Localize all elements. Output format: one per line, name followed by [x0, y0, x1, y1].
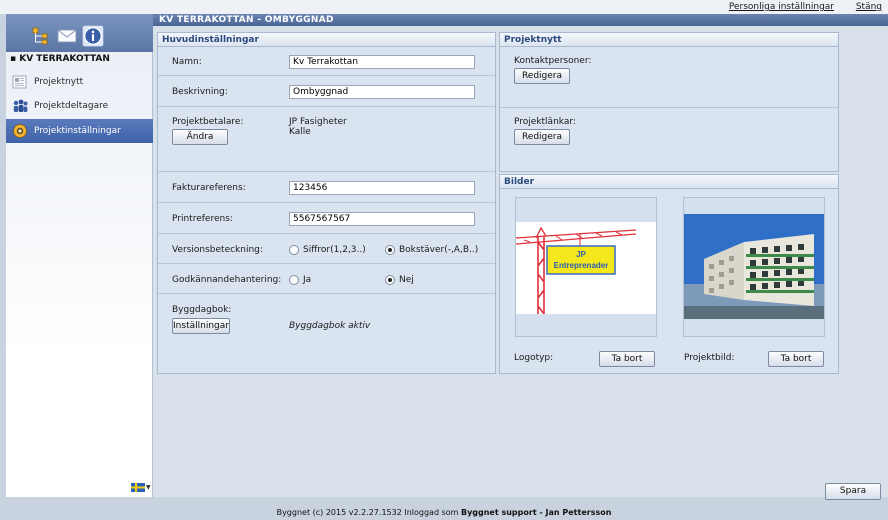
version-digits-radio[interactable] — [289, 245, 299, 255]
print-ref-input[interactable] — [289, 212, 475, 226]
top-bar: Personliga inställningar Stäng — [0, 0, 888, 14]
footer-user: Byggnet support - Jan Pettersson — [460, 508, 612, 517]
window-title: KV TERRAKOTTAN - OMBYGGNAD — [153, 14, 888, 26]
logo-label: Logotyp: — [514, 353, 554, 363]
main-settings-panel: Huvudinställningar Namn: Beskrivning: Pr… — [157, 32, 496, 374]
links-label: Projektlänkar: — [514, 117, 576, 127]
crane-logo-icon: JP Entreprenader — [516, 226, 637, 314]
project-image-frame — [683, 197, 825, 337]
invoice-ref-input[interactable] — [289, 181, 475, 195]
project-image-label: Projektbild: — [684, 353, 735, 363]
approval-yes-label: Ja — [303, 275, 312, 285]
diary-row: Byggdagbok: Inställningar Byggdagbok akt… — [158, 295, 495, 355]
tree-icon[interactable] — [30, 25, 52, 47]
sidebar: ▪ KV TERRAKOTTAN Projektnytt Projektdelt… — [6, 14, 153, 497]
description-label: Beskrivning: — [172, 87, 228, 97]
print-ref-label: Printreferens: — [172, 214, 233, 224]
project-image[interactable] — [684, 214, 824, 319]
invoice-ref-row: Fakturareferens: — [158, 173, 495, 203]
payer-person: Kalle — [289, 127, 311, 137]
approval-yes-radio[interactable] — [289, 275, 299, 285]
contacts-section: Kontaktpersoner: Redigera — [500, 48, 838, 108]
save-button[interactable]: Spara — [825, 483, 881, 500]
diary-status: Byggdagbok aktiv — [289, 321, 371, 331]
newspaper-icon — [12, 75, 27, 89]
sidebar-heading: ▪ KV TERRAKOTTAN — [10, 54, 110, 64]
sidebar-item-projektnytt[interactable]: Projektnytt — [6, 70, 153, 94]
version-row: Versionsbeteckning: Siffror(1,2,3..) Bok… — [158, 235, 495, 264]
save-bar: Spara — [153, 481, 888, 500]
logo-remove-button[interactable]: Ta bort — [599, 351, 655, 367]
flag-sweden-icon[interactable] — [131, 483, 145, 492]
language-dropdown-arrow-icon[interactable]: ▼ — [146, 484, 151, 491]
project-news-panel: Projektnytt Kontaktpersoner: Redigera Pr… — [499, 32, 839, 172]
description-input[interactable] — [289, 85, 475, 99]
approval-row: Godkännandehantering: Ja Nej — [158, 265, 495, 294]
logo-sign-line2: Entreprenader — [554, 261, 609, 270]
payer-label: Projektbetalare: — [172, 117, 244, 127]
logo-image-frame: JP Entreprenader — [515, 197, 657, 337]
diary-label: Byggdagbok: — [172, 305, 232, 315]
sidebar-item-label: Projektinställningar — [34, 126, 121, 136]
contacts-label: Kontaktpersoner: — [514, 56, 592, 66]
personal-settings-link[interactable]: Personliga inställningar — [729, 2, 834, 12]
version-digits-label: Siffror(1,2,3..) — [303, 245, 366, 255]
name-row: Namn: — [158, 48, 495, 76]
invoice-ref-label: Fakturareferens: — [172, 183, 246, 193]
name-input[interactable] — [289, 55, 475, 69]
approval-label: Godkännandehantering: — [172, 275, 282, 285]
payer-row: Projektbetalare: JP Fasigheter Kalle Änd… — [158, 108, 495, 172]
building-photo-icon — [684, 214, 824, 319]
footer: Byggnet (c) 2015 v2.2.27.1532 Inloggad s… — [0, 505, 888, 520]
approval-no-radio[interactable] — [385, 275, 395, 285]
payer-company: JP Fasigheter — [289, 117, 347, 127]
description-row: Beskrivning: — [158, 77, 495, 107]
links-edit-button[interactable]: Redigera — [514, 129, 570, 145]
images-panel: Bilder JP Entreprenader Logotyp: Ta bort… — [499, 174, 839, 374]
sidebar-item-projektdeltagare[interactable]: Projektdeltagare — [6, 94, 153, 118]
people-icon — [13, 99, 28, 112]
main-area: Huvudinställningar Namn: Beskrivning: Pr… — [153, 26, 888, 497]
approval-no-label: Nej — [399, 275, 414, 285]
gear-icon — [13, 124, 27, 138]
contacts-edit-button[interactable]: Redigera — [514, 68, 570, 84]
footer-copyright: Byggnet (c) 2015 v2.2.27.1532 Inloggad s… — [276, 508, 459, 517]
panel-header: Bilder — [500, 175, 838, 189]
diary-settings-button[interactable]: Inställningar — [172, 318, 230, 334]
version-letters-radio[interactable] — [385, 245, 395, 255]
info-icon[interactable] — [82, 25, 104, 47]
sidebar-icon-bar — [6, 14, 153, 52]
sidebar-item-label: Projektdeltagare — [34, 101, 109, 111]
name-label: Namn: — [172, 57, 202, 67]
panel-header: Projektnytt — [500, 33, 838, 47]
logo-sign-line1: JP — [576, 250, 586, 259]
version-label: Versionsbeteckning: — [172, 245, 263, 255]
print-ref-row: Printreferens: — [158, 204, 495, 234]
mail-icon[interactable] — [56, 25, 78, 47]
panel-header: Huvudinställningar — [158, 33, 495, 47]
close-link[interactable]: Stäng — [856, 2, 882, 12]
sidebar-item-projektinstallningar[interactable]: Projektinställningar — [6, 119, 153, 143]
logo-image[interactable]: JP Entreprenader — [516, 222, 656, 314]
project-image-remove-button[interactable]: Ta bort — [768, 351, 824, 367]
version-letters-label: Bokstäver(-,A,B..) — [399, 245, 479, 255]
links-section: Projektlänkar: Redigera — [500, 109, 838, 169]
change-payer-button[interactable]: Ändra — [172, 129, 228, 145]
sidebar-item-label: Projektnytt — [34, 77, 84, 87]
